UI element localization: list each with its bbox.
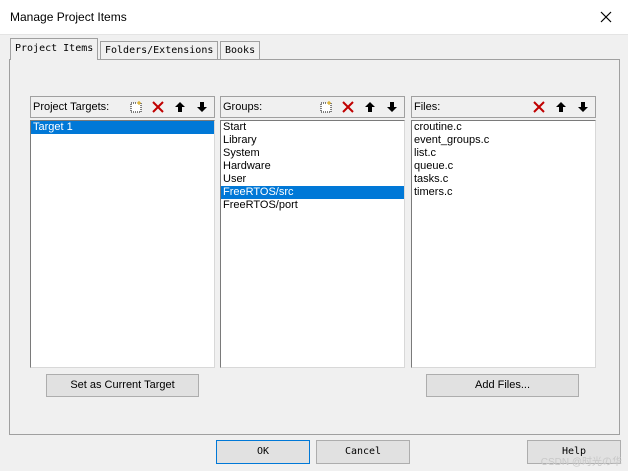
delete-icon	[152, 101, 164, 113]
list-item[interactable]: FreeRTOS/port	[221, 199, 404, 212]
groups-header: Groups:	[220, 96, 405, 118]
files-header: Files:	[411, 96, 596, 118]
move-group-down-button[interactable]	[383, 98, 401, 116]
tab-project-items[interactable]: Project Items	[10, 38, 99, 60]
move-target-up-button[interactable]	[171, 98, 189, 116]
arrow-down-icon	[578, 102, 588, 112]
cancel-button[interactable]: Cancel	[316, 440, 410, 464]
list-item[interactable]: tasks.c	[412, 173, 595, 186]
window-title: Manage Project Items	[10, 10, 127, 24]
targets-list[interactable]: Target 1	[30, 120, 215, 368]
arrow-up-icon	[175, 102, 185, 112]
add-files-button[interactable]: Add Files...	[426, 374, 579, 397]
new-item-icon	[130, 101, 142, 113]
new-group-button[interactable]	[317, 98, 335, 116]
ok-button[interactable]: OK	[216, 440, 310, 464]
delete-icon	[533, 101, 545, 113]
arrow-down-icon	[387, 102, 397, 112]
targets-header: Project Targets:	[30, 96, 215, 118]
move-file-down-button[interactable]	[574, 98, 592, 116]
tab-books[interactable]: Books	[220, 41, 261, 59]
list-item[interactable]: System	[221, 147, 404, 160]
move-target-down-button[interactable]	[193, 98, 211, 116]
close-button[interactable]	[584, 0, 628, 34]
delete-group-button[interactable]	[339, 98, 357, 116]
list-item[interactable]: Start	[221, 121, 404, 134]
watermark: CSDN @时光の华	[540, 457, 622, 468]
list-item[interactable]: croutine.c	[412, 121, 595, 134]
arrow-up-icon	[556, 102, 566, 112]
list-item[interactable]: timers.c	[412, 186, 595, 199]
list-item[interactable]: User	[221, 173, 404, 186]
list-item[interactable]: queue.c	[412, 160, 595, 173]
close-icon	[600, 11, 612, 23]
groups-label: Groups:	[223, 101, 263, 113]
new-target-button[interactable]	[127, 98, 145, 116]
list-item[interactable]: event_groups.c	[412, 134, 595, 147]
groups-list[interactable]: Start Library System Hardware User FreeR…	[220, 120, 405, 368]
move-file-up-button[interactable]	[552, 98, 570, 116]
files-list[interactable]: croutine.c event_groups.c list.c queue.c…	[411, 120, 596, 368]
list-item[interactable]: Hardware	[221, 160, 404, 173]
tab-folders-extensions[interactable]: Folders/Extensions	[100, 41, 219, 59]
delete-target-button[interactable]	[149, 98, 167, 116]
arrow-down-icon	[197, 102, 207, 112]
targets-label: Project Targets:	[33, 101, 110, 113]
list-item[interactable]: Library	[221, 134, 404, 147]
list-item[interactable]: list.c	[412, 147, 595, 160]
list-item[interactable]: Target 1	[31, 121, 214, 134]
set-current-target-button[interactable]: Set as Current Target	[46, 374, 199, 397]
delete-file-button[interactable]	[530, 98, 548, 116]
arrow-up-icon	[365, 102, 375, 112]
list-item[interactable]: FreeRTOS/src	[221, 186, 404, 199]
title-bar: Manage Project Items	[0, 0, 628, 35]
move-group-up-button[interactable]	[361, 98, 379, 116]
new-item-icon	[320, 101, 332, 113]
files-label: Files:	[414, 101, 441, 113]
delete-icon	[342, 101, 354, 113]
